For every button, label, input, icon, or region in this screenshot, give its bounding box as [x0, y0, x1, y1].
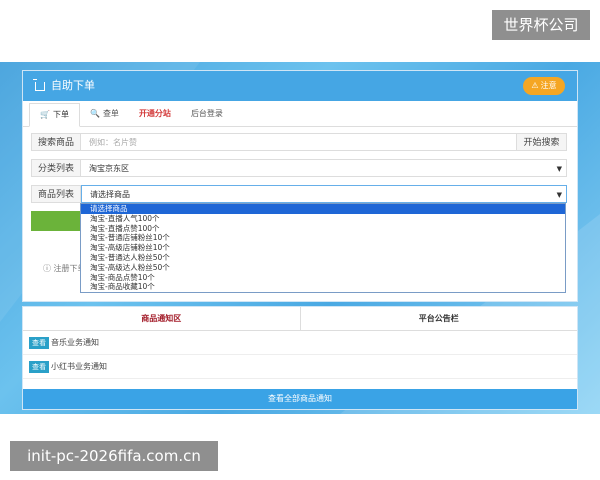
- info-icon: ⓘ: [43, 264, 51, 273]
- caret-down-icon: ▼: [556, 165, 562, 173]
- tab-label: 查单: [102, 109, 119, 118]
- panel-header: 自助下单 ⚠ 注意: [23, 71, 577, 101]
- start-search-button[interactable]: 开始搜索: [517, 133, 567, 151]
- product-select[interactable]: 请选择商品 ▼: [81, 185, 567, 203]
- category-select[interactable]: 淘宝京东区 ▼: [81, 159, 567, 177]
- tab-order[interactable]: 🛒 下单: [29, 103, 80, 127]
- category-row: 分类列表 淘宝京东区 ▼: [31, 159, 567, 177]
- view-badge: 查看: [29, 360, 49, 373]
- view-badge: 查看: [29, 336, 49, 349]
- watermark-bottom: init-pc-2026fifa.com.cn: [10, 441, 218, 471]
- tab-query[interactable]: 🔍 查单: [80, 102, 129, 126]
- dropdown-option[interactable]: 淘宝-直播点赞100个: [81, 224, 565, 234]
- warning-icon: ⚠: [531, 81, 539, 90]
- dropdown-option[interactable]: 请选择商品: [81, 204, 565, 214]
- dropdown-option[interactable]: 淘宝-直播人气100个: [81, 214, 565, 224]
- tab-bar: 🛒 下单 🔍 查单 开通分站 后台登录: [23, 101, 577, 127]
- tab-admin-login[interactable]: 后台登录: [181, 102, 233, 126]
- dropdown-option[interactable]: 淘宝-商品收藏10个: [81, 282, 565, 292]
- cart-icon: 🛒: [40, 110, 50, 119]
- screenshot: 世界杯公司 自助下单 ⚠ 注意 🛒 下单 🔍 查单 开通分站 后台登录 搜索商品…: [0, 0, 600, 480]
- search-label: 搜索商品: [31, 133, 81, 151]
- notice-tabs: 商品通知区 平台公告栏: [23, 307, 577, 331]
- product-value: 请选择商品: [90, 190, 130, 199]
- category-value: 淘宝京东区: [89, 164, 129, 173]
- notice-item-text: 音乐业务通知: [51, 338, 99, 347]
- notice-button-label: 注意: [540, 81, 557, 90]
- product-dropdown: 请选择商品 淘宝-直播人气100个 淘宝-直播点赞100个 淘宝-普通店铺粉丝1…: [80, 203, 566, 293]
- watermark-top: 世界杯公司: [492, 10, 590, 40]
- tab-label: 下单: [52, 110, 69, 119]
- search-input[interactable]: 例如：名片赞: [81, 133, 517, 151]
- category-label: 分类列表: [31, 159, 81, 177]
- dropdown-option[interactable]: 淘宝-普通店铺粉丝10个: [81, 233, 565, 243]
- tab-open-substation[interactable]: 开通分站: [129, 102, 181, 126]
- notice-item-text: 小红书业务通知: [51, 362, 107, 371]
- dropdown-option[interactable]: 淘宝-高级达人粉丝50个: [81, 263, 565, 273]
- search-row: 搜索商品 例如：名片赞 开始搜索: [31, 133, 567, 151]
- tab-product-notice[interactable]: 商品通知区: [23, 307, 301, 330]
- dropdown-option[interactable]: 淘宝-普通达人粉丝50个: [81, 253, 565, 263]
- search-icon: 🔍: [89, 109, 100, 118]
- dropdown-option[interactable]: 淘宝-商品点赞10个: [81, 273, 565, 283]
- notice-button[interactable]: ⚠ 注意: [523, 77, 565, 95]
- product-label: 商品列表: [31, 185, 81, 203]
- product-row: 商品列表 请选择商品 ▼: [31, 185, 567, 203]
- tab-label: 开通分站: [138, 109, 171, 118]
- cart-icon: [33, 78, 45, 91]
- submit-button[interactable]: [31, 211, 87, 231]
- dropdown-option[interactable]: 淘宝-高级店铺粉丝10个: [81, 243, 565, 253]
- tab-platform-announcement[interactable]: 平台公告栏: [301, 307, 578, 330]
- notice-item[interactable]: 查看 小红书业务通知: [23, 355, 577, 379]
- notice-item[interactable]: 查看 音乐业务通知: [23, 331, 577, 355]
- panel-title: 自助下单: [51, 79, 95, 92]
- view-all-button[interactable]: 查看全部商品通知: [23, 389, 577, 409]
- notice-panel: 商品通知区 平台公告栏 查看 音乐业务通知 查看 小红书业务通知 查看全部商品通…: [22, 306, 578, 410]
- caret-down-icon: ▼: [556, 191, 562, 199]
- tab-label: 后台登录: [190, 109, 223, 118]
